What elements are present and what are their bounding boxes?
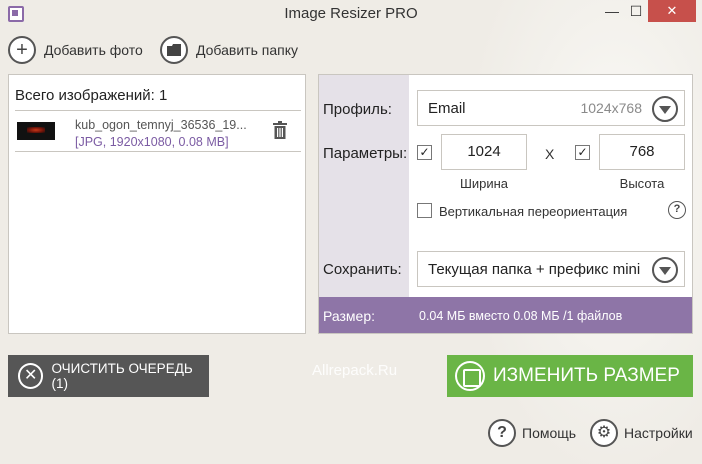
- height-label: Высота: [619, 176, 665, 191]
- size-label: Размер:: [323, 308, 376, 324]
- divider: [15, 110, 301, 111]
- parameters-label: Параметры:: [323, 145, 408, 162]
- add-folder-button[interactable]: Добавить папку: [160, 35, 298, 65]
- profile-label: Профиль:: [323, 101, 392, 118]
- help-button[interactable]: ? Помощь: [488, 418, 576, 448]
- width-input[interactable]: 1024: [441, 134, 527, 170]
- image-queue-panel: Всего изображений: 1 kub_ogon_temnyj_365…: [8, 74, 306, 334]
- folder-icon: [160, 36, 188, 64]
- add-photo-button[interactable]: + Добавить фото: [8, 35, 143, 65]
- settings-button[interactable]: ⚙ Настройки: [590, 418, 693, 448]
- settings-panel: Профиль: Email 1024x768 Параметры: ✓ 102…: [318, 74, 693, 334]
- total-images-label: Всего изображений: 1: [15, 87, 168, 104]
- file-name: kub_ogon_temnyj_36536_19...: [75, 118, 247, 132]
- file-meta: [JPG, 1920x1080, 0.08 MB]: [75, 135, 229, 149]
- clear-queue-label: ОЧИСТИТЬ ОЧЕРЕДЬ (1): [51, 361, 193, 391]
- width-label: Ширина: [459, 176, 509, 191]
- resize-label: ИЗМЕНИТЬ РАЗМЕР: [493, 365, 680, 386]
- height-input[interactable]: 768: [599, 134, 685, 170]
- add-folder-label: Добавить папку: [196, 42, 298, 58]
- divider: [15, 151, 301, 152]
- help-label: Помощь: [522, 425, 577, 441]
- close-icon: ✕: [18, 363, 44, 389]
- reorient-checkbox[interactable]: [417, 203, 432, 218]
- image-thumbnail[interactable]: [17, 122, 55, 140]
- add-photo-label: Добавить фото: [44, 42, 143, 58]
- plus-icon: +: [8, 36, 36, 64]
- trash-icon[interactable]: [273, 121, 287, 139]
- resize-icon: [455, 361, 485, 391]
- gear-icon: ⚙: [590, 419, 618, 447]
- watermark: Allrepack.Ru: [312, 362, 398, 379]
- help-icon[interactable]: ?: [668, 201, 686, 219]
- resize-button[interactable]: ИЗМЕНИТЬ РАЗМЕР: [447, 355, 693, 397]
- close-button[interactable]: ✕: [648, 0, 696, 22]
- chevron-down-icon: [652, 257, 678, 283]
- profile-dropdown[interactable]: Email 1024x768: [417, 90, 685, 126]
- size-value: 0.04 МБ вместо 0.08 МБ /1 файлов: [419, 309, 623, 323]
- save-label: Сохранить:: [323, 261, 402, 278]
- profile-size: 1024x768: [580, 100, 642, 116]
- profile-value: Email: [428, 99, 466, 117]
- save-dropdown[interactable]: Текущая папка + префикс mini: [417, 251, 685, 287]
- times-separator: X: [545, 146, 555, 162]
- settings-label: Настройки: [624, 425, 693, 441]
- question-icon: ?: [488, 419, 516, 447]
- save-value: Текущая папка + префикс mini: [428, 260, 641, 278]
- maximize-button[interactable]: ☐: [622, 0, 650, 22]
- chevron-down-icon: [652, 96, 678, 122]
- size-bar: Размер: 0.04 МБ вместо 0.08 МБ /1 файлов: [319, 297, 692, 333]
- clear-queue-button[interactable]: ✕ ОЧИСТИТЬ ОЧЕРЕДЬ (1): [8, 355, 209, 397]
- reorient-label: Вертикальная переориентация: [439, 204, 628, 219]
- title-bar: Image Resizer PRO — ☐ ✕: [0, 0, 702, 28]
- height-checkbox[interactable]: ✓: [575, 145, 590, 160]
- window-title: Image Resizer PRO: [284, 5, 418, 22]
- width-checkbox[interactable]: ✓: [417, 145, 432, 160]
